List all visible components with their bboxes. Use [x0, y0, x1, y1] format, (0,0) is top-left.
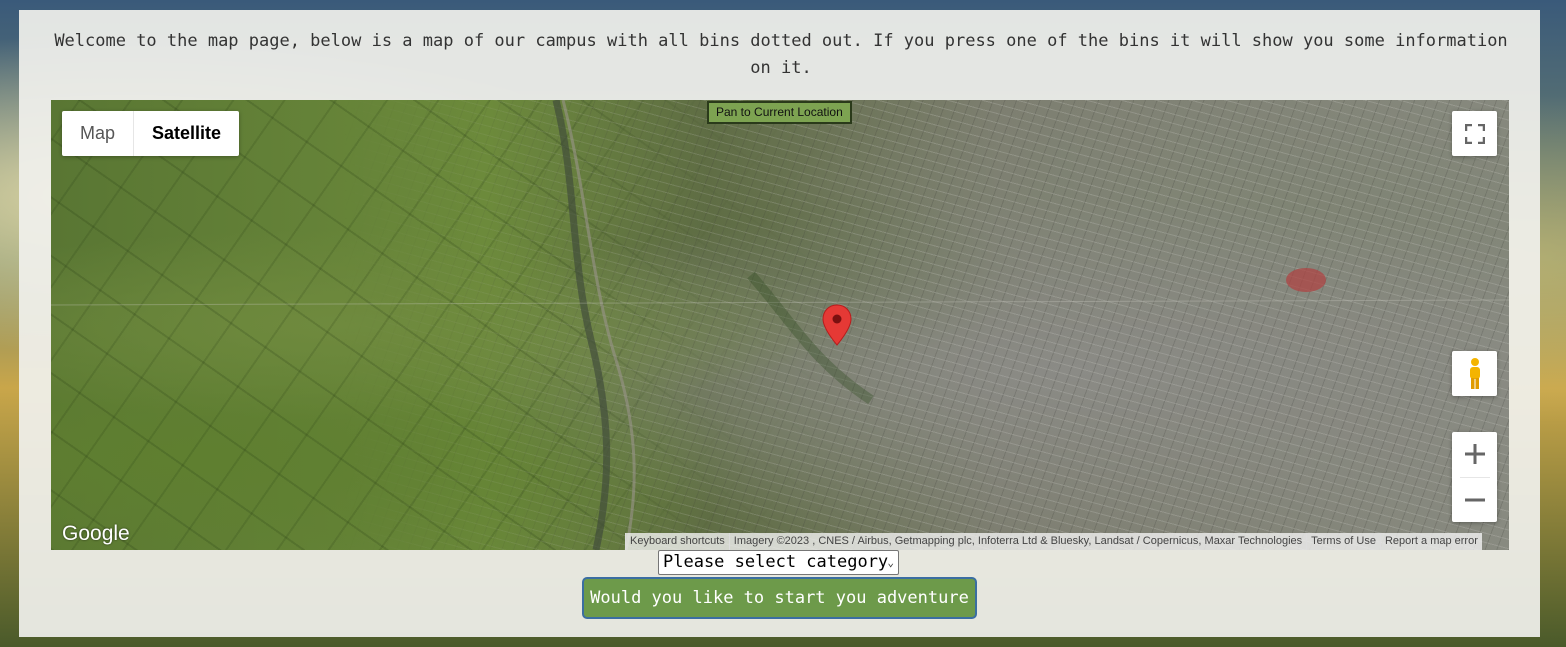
map-type-satellite-button[interactable]: Satellite [133, 111, 239, 156]
report-map-error-link[interactable]: Report a map error [1379, 533, 1482, 550]
category-select[interactable]: Please select category ⌄ [658, 550, 899, 575]
terms-of-use-link[interactable]: Terms of Use [1306, 533, 1380, 550]
intro-text: Welcome to the map page, below is a map … [54, 31, 1508, 78]
start-adventure-button[interactable]: Would you like to start you adventure [582, 577, 977, 619]
category-select-value: Please select category [663, 552, 889, 572]
river-railway [51, 100, 1509, 550]
google-logo: Google [62, 522, 130, 545]
plus-icon [1464, 444, 1485, 465]
fullscreen-icon [1464, 123, 1485, 144]
zoom-out-button[interactable] [1452, 477, 1497, 522]
street-view-button[interactable] [1452, 351, 1497, 396]
street-view-pegman-icon [1469, 357, 1480, 389]
imagery-credit: Imagery ©2023 , CNES / Airbus, Getmappin… [728, 533, 1307, 550]
map-attribution: Keyboard shortcuts Imagery ©2023 , CNES … [625, 533, 1482, 550]
zoom-control [1452, 432, 1497, 522]
satellite-map[interactable]: Map Satellite Pan to Current Location Go… [51, 100, 1509, 550]
minus-icon [1464, 498, 1485, 502]
map-type-control: Map Satellite [62, 111, 240, 156]
chevron-down-icon: ⌄ [887, 556, 894, 569]
map-pin-icon[interactable] [822, 304, 852, 346]
map-type-map-button[interactable]: Map [62, 111, 133, 156]
keyboard-shortcuts-link[interactable]: Keyboard shortcuts [625, 533, 729, 550]
content-panel: Welcome to the map page, below is a map … [19, 10, 1540, 637]
pan-to-current-location-button[interactable]: Pan to Current Location [707, 101, 852, 124]
zoom-in-button[interactable] [1452, 432, 1497, 477]
fullscreen-button[interactable] [1452, 111, 1497, 156]
